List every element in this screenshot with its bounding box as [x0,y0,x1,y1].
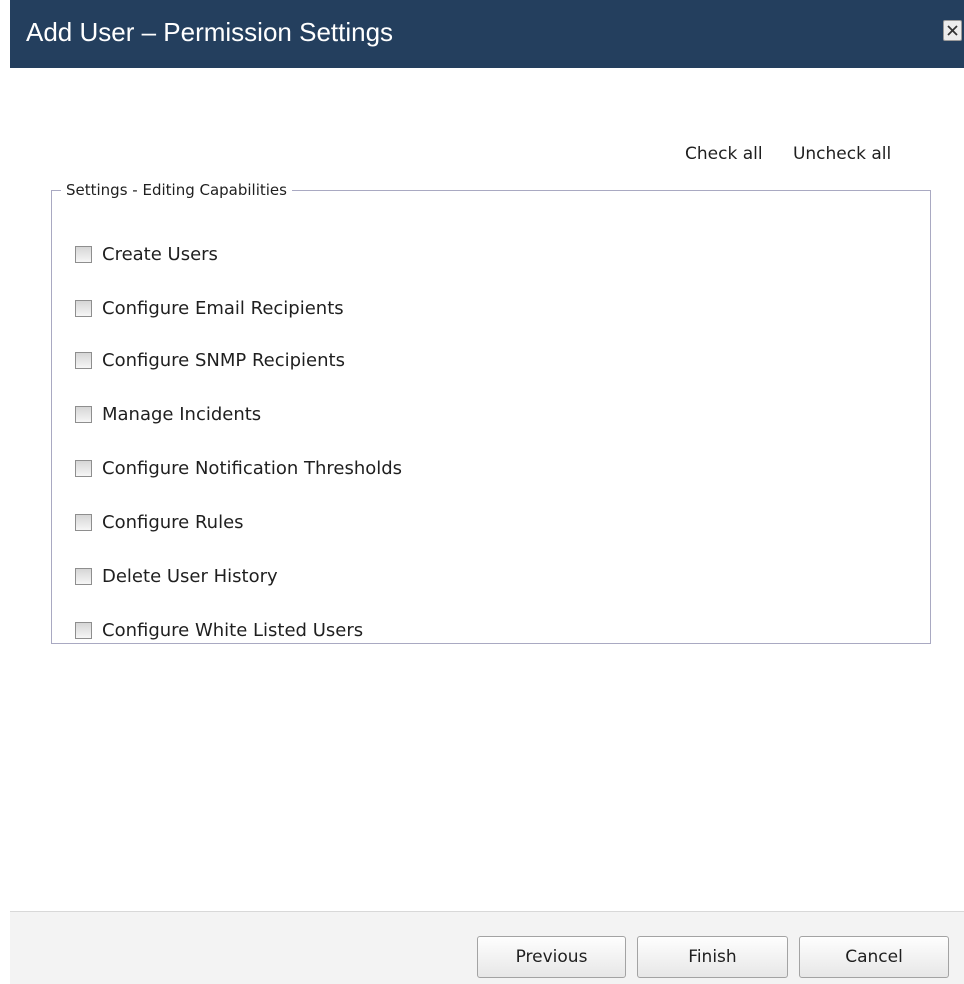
permission-configure-notification-thresholds[interactable]: Configure Notification Thresholds [75,455,402,481]
close-icon[interactable] [943,20,962,41]
permission-label: Create Users [102,243,218,265]
permission-delete-user-history[interactable]: Delete User History [75,563,278,589]
permission-label: Delete User History [102,565,278,587]
permission-manage-incidents[interactable]: Manage Incidents [75,401,261,427]
permission-configure-email-recipients[interactable]: Configure Email Recipients [75,295,344,321]
checkbox[interactable] [75,405,92,423]
editing-capabilities-fieldset: Settings - Editing Capabilities Create U… [51,181,931,644]
permission-label: Configure Email Recipients [102,297,344,319]
checkbox[interactable] [75,567,92,585]
permission-configure-rules[interactable]: Configure Rules [75,509,244,535]
permission-create-users[interactable]: Create Users [75,241,218,267]
permission-configure-white-listed-users[interactable]: Configure White Listed Users [75,617,363,643]
permission-configure-snmp-recipients[interactable]: Configure SNMP Recipients [75,347,345,373]
dialog-title: Add User – Permission Settings [26,17,394,47]
bulk-select-links: Check all Uncheck all [685,144,891,164]
permission-label: Manage Incidents [102,403,262,425]
permission-label: Configure Notification Thresholds [102,457,403,479]
checkbox[interactable] [75,299,92,317]
finish-button[interactable]: Finish [637,936,788,978]
dialog-titlebar: Add User – Permission Settings [10,0,964,68]
add-user-dialog: Add User – Permission Settings Check all… [0,0,964,984]
uncheck-all-link[interactable]: Uncheck all [793,144,891,164]
checkbox[interactable] [75,513,92,531]
fieldset-legend: Settings - Editing Capabilities [66,181,287,199]
permission-label: Configure Rules [102,511,244,533]
checkbox[interactable] [75,459,92,477]
checkbox[interactable] [75,621,92,639]
previous-button[interactable]: Previous [477,936,626,978]
cancel-button[interactable]: Cancel [799,936,949,978]
permission-label: Configure SNMP Recipients [102,349,345,371]
checkbox[interactable] [75,245,92,263]
permission-label: Configure White Listed Users [102,619,364,641]
check-all-link[interactable]: Check all [685,144,763,164]
checkbox[interactable] [75,351,92,369]
dialog-footer: Previous Finish Cancel [10,911,964,984]
